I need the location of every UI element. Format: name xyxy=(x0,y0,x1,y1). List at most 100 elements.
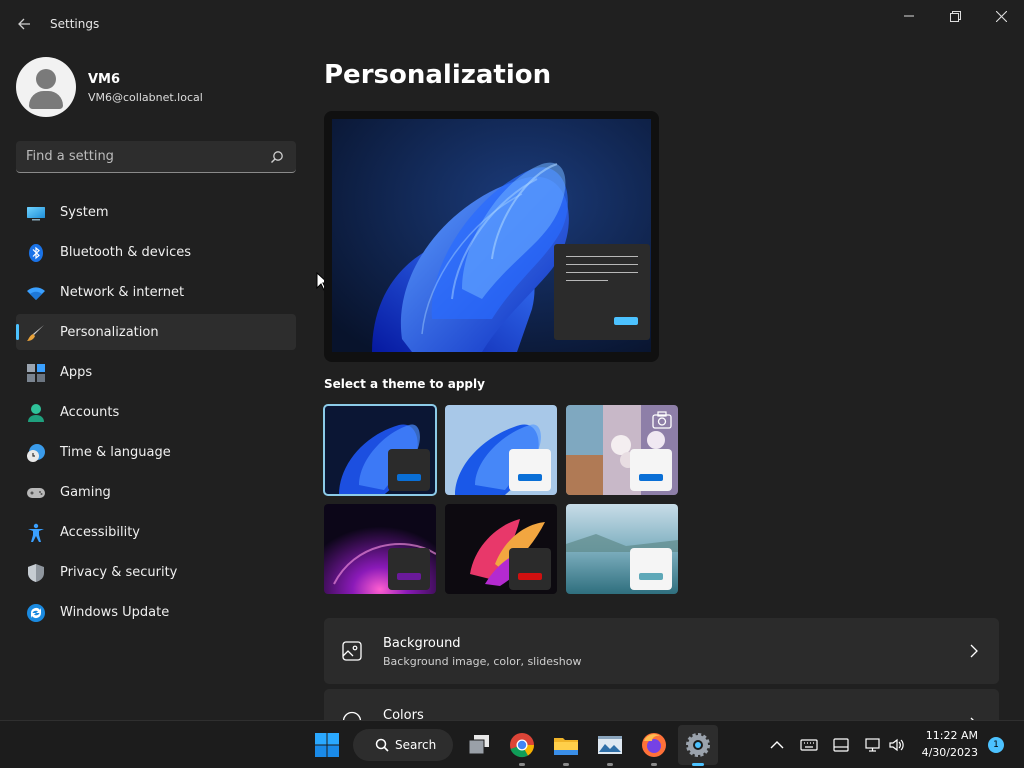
theme-windows-dark[interactable] xyxy=(323,404,437,496)
preview-window xyxy=(554,244,650,340)
camera-icon xyxy=(652,411,672,429)
update-icon xyxy=(27,604,45,622)
volume-icon[interactable] xyxy=(888,737,906,753)
apps-icon xyxy=(27,364,45,382)
image-icon xyxy=(342,641,362,661)
theme-grid xyxy=(323,404,684,597)
avatar-torso xyxy=(29,91,63,109)
sidebar-item-privacy-security[interactable]: Privacy & security xyxy=(16,554,296,590)
sidebar-item-label: Personalization xyxy=(60,325,159,340)
brush-icon xyxy=(27,325,44,341)
sidebar-item-label: Network & internet xyxy=(60,285,185,300)
sidebar-item-label: Accounts xyxy=(60,405,120,420)
sidebar-item-accessibility[interactable]: Accessibility xyxy=(16,514,296,550)
theme-mini-window xyxy=(630,449,672,491)
preview-button xyxy=(614,317,638,325)
avatar[interactable] xyxy=(16,57,76,117)
card-title: Background xyxy=(383,636,461,651)
chevron-right-icon xyxy=(970,644,978,658)
card-subtitle: Background image, color, slideshow xyxy=(383,655,582,668)
sidebar-item-system[interactable]: System xyxy=(16,194,296,230)
preview-line xyxy=(566,272,638,273)
chrome-icon[interactable] xyxy=(508,731,536,759)
app-title: Settings xyxy=(50,17,100,31)
sidebar-item-time-language[interactable]: Time & language xyxy=(16,434,296,470)
taskbar-search-label: Search xyxy=(395,738,437,752)
taskbar-search[interactable]: Search xyxy=(353,729,453,761)
theme-mini-window xyxy=(509,548,551,590)
theme-captured-motion[interactable] xyxy=(445,504,557,594)
running-indicator xyxy=(519,763,525,766)
avatar-head xyxy=(36,69,56,89)
settings-app-icon[interactable] xyxy=(684,731,712,759)
sidebar-item-label: System xyxy=(60,205,109,220)
theme-mini-window xyxy=(630,548,672,590)
gamepad-icon xyxy=(27,488,45,498)
sidebar-item-apps[interactable]: Apps xyxy=(16,354,296,390)
title-bar: Settings xyxy=(0,0,1024,48)
search-icon xyxy=(375,738,389,752)
preview-line xyxy=(566,256,638,257)
network-icon[interactable] xyxy=(864,737,882,753)
theme-glow[interactable] xyxy=(324,504,436,594)
minimize-icon xyxy=(904,15,914,17)
clock-globe-icon xyxy=(27,444,45,462)
sidebar-item-label: Apps xyxy=(60,365,93,380)
task-view-icon[interactable] xyxy=(465,731,493,759)
running-indicator xyxy=(651,763,657,766)
sidebar-item-label: Bluetooth & devices xyxy=(60,245,191,260)
clock-time[interactable]: 11:22 AM xyxy=(918,729,978,742)
search-box[interactable] xyxy=(16,141,296,173)
taskbar: Search 11:22 AM 4/30/2023 1 xyxy=(0,720,1024,768)
sidebar-item-label: Time & language xyxy=(60,445,171,460)
notification-badge[interactable]: 1 xyxy=(988,737,1004,753)
image-viewer-icon[interactable] xyxy=(596,731,624,759)
restore-button[interactable] xyxy=(932,0,978,32)
sidebar-item-gaming[interactable]: Gaming xyxy=(16,474,296,510)
sidebar-item-network[interactable]: Network & internet xyxy=(16,274,296,310)
search-input[interactable] xyxy=(16,141,256,171)
keyboard-icon[interactable] xyxy=(800,737,818,753)
back-arrow-icon xyxy=(18,18,30,30)
bluetooth-icon xyxy=(29,244,43,262)
sidebar-item-label: Privacy & security xyxy=(60,565,178,580)
sidebar-item-windows-update[interactable]: Windows Update xyxy=(16,594,296,630)
theme-mini-window xyxy=(388,449,430,491)
back-button[interactable] xyxy=(10,10,38,38)
search-icon[interactable] xyxy=(270,150,284,164)
clock-date[interactable]: 4/30/2023 xyxy=(918,746,978,759)
theme-preview xyxy=(324,111,659,362)
theme-mini-window xyxy=(388,548,430,590)
sidebar-item-bluetooth[interactable]: Bluetooth & devices xyxy=(16,234,296,270)
accounts-icon xyxy=(28,404,44,422)
preview-line xyxy=(566,280,608,281)
background-card[interactable]: Background Background image, color, slid… xyxy=(324,618,999,684)
preview-line xyxy=(566,264,638,265)
file-explorer-icon[interactable] xyxy=(552,731,580,759)
sidebar-item-personalization[interactable]: Personalization xyxy=(16,314,296,350)
wifi-icon xyxy=(27,287,45,300)
close-button[interactable] xyxy=(978,0,1024,32)
user-email: VM6@collabnet.local xyxy=(88,91,203,104)
system-icon xyxy=(27,207,45,221)
chevron-up-icon[interactable] xyxy=(768,737,786,753)
preview-wallpaper xyxy=(332,119,651,352)
sidebar-item-label: Gaming xyxy=(60,485,111,500)
theme-mini-window xyxy=(509,449,551,491)
active-indicator xyxy=(692,763,704,766)
running-indicator xyxy=(607,763,613,766)
sidebar-item-accounts[interactable]: Accounts xyxy=(16,394,296,430)
theme-flow[interactable] xyxy=(566,504,678,594)
running-indicator xyxy=(563,763,569,766)
shield-icon xyxy=(28,564,44,582)
touchpad-icon[interactable] xyxy=(832,737,850,753)
close-icon xyxy=(995,10,1007,22)
theme-spotlight[interactable] xyxy=(566,405,678,495)
theme-windows-light[interactable] xyxy=(445,405,557,495)
firefox-icon[interactable] xyxy=(640,731,668,759)
start-icon[interactable] xyxy=(313,731,341,759)
sidebar-nav: System Bluetooth & devices Network & int… xyxy=(16,194,296,634)
page-title: Personalization xyxy=(324,60,552,90)
themes-label: Select a theme to apply xyxy=(324,377,485,391)
minimize-button[interactable] xyxy=(886,0,932,32)
